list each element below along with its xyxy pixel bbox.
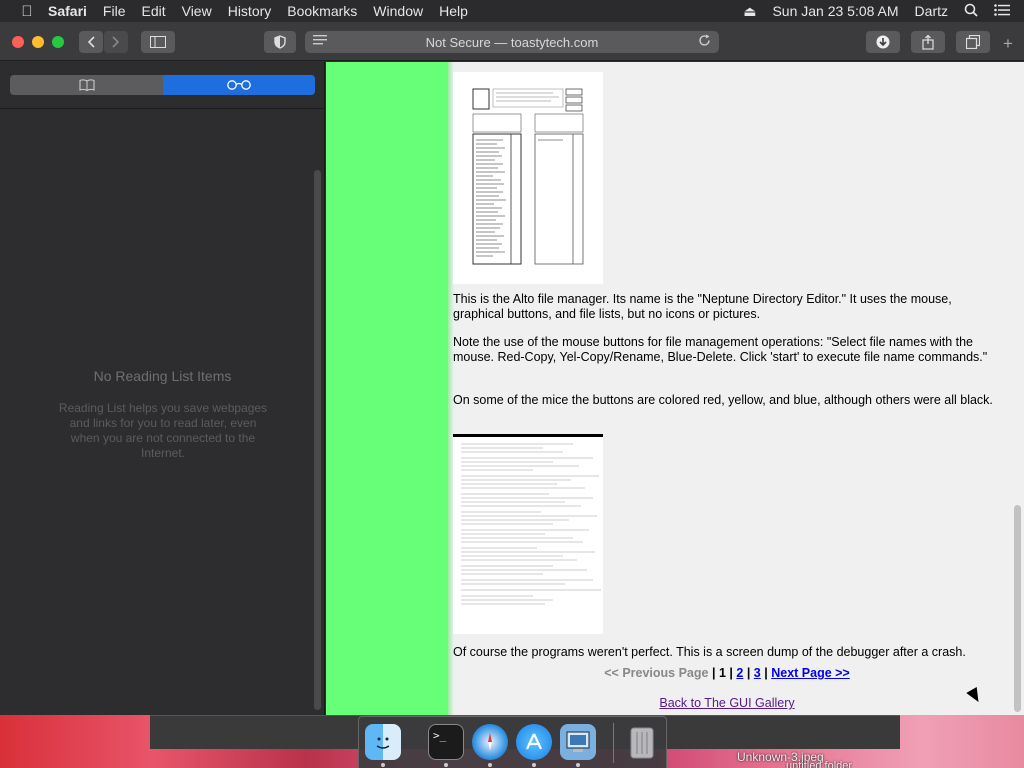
- downloads-button[interactable]: [866, 31, 900, 53]
- app-store-running-dot: [532, 763, 536, 767]
- tab-overview-button[interactable]: [956, 31, 990, 53]
- safari-icon[interactable]: [472, 724, 508, 760]
- bookmarks-tab[interactable]: [10, 75, 163, 95]
- paragraph-file-manager: This is the Alto file manager. Its name …: [453, 292, 952, 321]
- trash-icon[interactable]: [624, 724, 660, 760]
- reload-icon[interactable]: [698, 34, 711, 50]
- address-bar[interactable]: Not Secure — toastytech.com: [305, 31, 719, 53]
- terminal-icon[interactable]: >_: [428, 724, 464, 760]
- back-to-gui-gallery-link[interactable]: Back to The GUI Gallery: [659, 696, 794, 710]
- forward-button[interactable]: [104, 31, 128, 53]
- reading-list-tab[interactable]: [163, 75, 315, 95]
- address-text: Not Secure — toastytech.com: [425, 34, 599, 50]
- page-2-link[interactable]: 2: [736, 666, 743, 680]
- safari-window: Not Secure — toastytech.com + No Reading…: [0, 22, 1024, 715]
- pager-separator: |: [746, 666, 751, 680]
- desktop-folder[interactable]: untitled folder: [786, 760, 852, 768]
- privacy-report-button[interactable]: [264, 31, 296, 53]
- previous-page-link: << Previous Page: [604, 666, 709, 680]
- system-running-dot: [576, 763, 580, 767]
- spotlight-search-icon[interactable]: [956, 3, 986, 20]
- paragraph-mouse-colors: On some of the mice the buttons are colo…: [453, 393, 993, 407]
- menu-view[interactable]: View: [174, 3, 220, 19]
- menu-edit[interactable]: Edit: [133, 3, 173, 19]
- web-content: This is the Alto file manager. Its name …: [326, 62, 1024, 715]
- menu-bookmarks[interactable]: Bookmarks: [279, 3, 365, 19]
- tabs-icon: [966, 35, 980, 49]
- finder-running-dot: [381, 763, 385, 767]
- chevron-right-icon: [112, 36, 120, 48]
- sidebar-scrollbar[interactable]: [314, 170, 321, 710]
- finder-icon[interactable]: [365, 724, 401, 760]
- dock: >_: [358, 716, 667, 768]
- zoom-window-button[interactable]: [52, 36, 64, 48]
- reader-view-icon[interactable]: [313, 34, 327, 49]
- back-to-gallery: Back to The GUI Gallery: [453, 696, 1001, 711]
- paragraph-debugger: Of course the programs weren't perfect. …: [453, 645, 966, 659]
- minimize-window-button[interactable]: [32, 36, 44, 48]
- share-icon: [922, 34, 934, 50]
- sidebar-toggle-button[interactable]: [141, 31, 175, 53]
- apple-menu-icon[interactable]: : [14, 3, 40, 20]
- menu-clock[interactable]: Sun Jan 23 5:08 AM: [764, 3, 906, 19]
- pager-separator: |: [729, 666, 733, 680]
- shield-icon: [274, 35, 286, 49]
- pager-separator: |: [764, 666, 768, 680]
- menu-history[interactable]: History: [220, 3, 280, 19]
- glasses-icon: [227, 80, 251, 90]
- alto-file-manager-screenshot: [453, 72, 603, 284]
- paragraph-mouse-buttons: Note the use of the mouse buttons for fi…: [453, 335, 988, 364]
- eject-icon[interactable]: ⏏: [735, 3, 764, 20]
- pager-separator: |: [711, 666, 716, 680]
- app-store-icon[interactable]: [516, 724, 552, 760]
- sidebar-divider: [0, 108, 325, 109]
- menu-user[interactable]: Dartz: [907, 3, 956, 19]
- current-page-number: 1: [718, 666, 726, 680]
- book-icon: [78, 79, 95, 91]
- next-page-link[interactable]: Next Page >>: [771, 666, 850, 680]
- page-3-link[interactable]: 3: [754, 666, 761, 680]
- empty-state-title: No Reading List Items: [93, 368, 232, 384]
- menu-file[interactable]: File: [95, 3, 134, 19]
- menu-bar:  Safari File Edit View History Bookmark…: [0, 0, 1024, 22]
- safari-running-dot: [488, 763, 492, 767]
- debugger-crash-screenshot: [453, 434, 603, 634]
- reading-list-sidebar: No Reading List Items Reading List helps…: [0, 62, 325, 715]
- share-button[interactable]: [911, 31, 945, 53]
- sidebar-icon: [150, 36, 166, 48]
- close-window-button[interactable]: [12, 36, 24, 48]
- page-scrollbar[interactable]: [1014, 505, 1021, 712]
- toolbar: Not Secure — toastytech.com +: [0, 22, 1024, 61]
- notification-center-icon[interactable]: [986, 3, 1024, 19]
- page-green-bar: [326, 62, 454, 715]
- dock-separator: [613, 723, 614, 763]
- new-tab-plus-icon[interactable]: +: [1003, 34, 1013, 54]
- menu-help[interactable]: Help: [431, 3, 476, 19]
- sidebar-segmented-control: [10, 75, 315, 95]
- terminal-running-dot: [444, 763, 448, 767]
- chevron-left-icon: [87, 36, 95, 48]
- system-icon[interactable]: [560, 724, 596, 760]
- empty-state-description: Reading List helps you save webpages and…: [58, 401, 268, 460]
- menu-app-name[interactable]: Safari: [40, 3, 95, 19]
- pagination: << Previous Page | 1 | 2 | 3 | Next Page…: [453, 666, 1001, 681]
- download-icon: [876, 35, 890, 49]
- back-button[interactable]: [79, 31, 103, 53]
- menu-window[interactable]: Window: [365, 3, 431, 19]
